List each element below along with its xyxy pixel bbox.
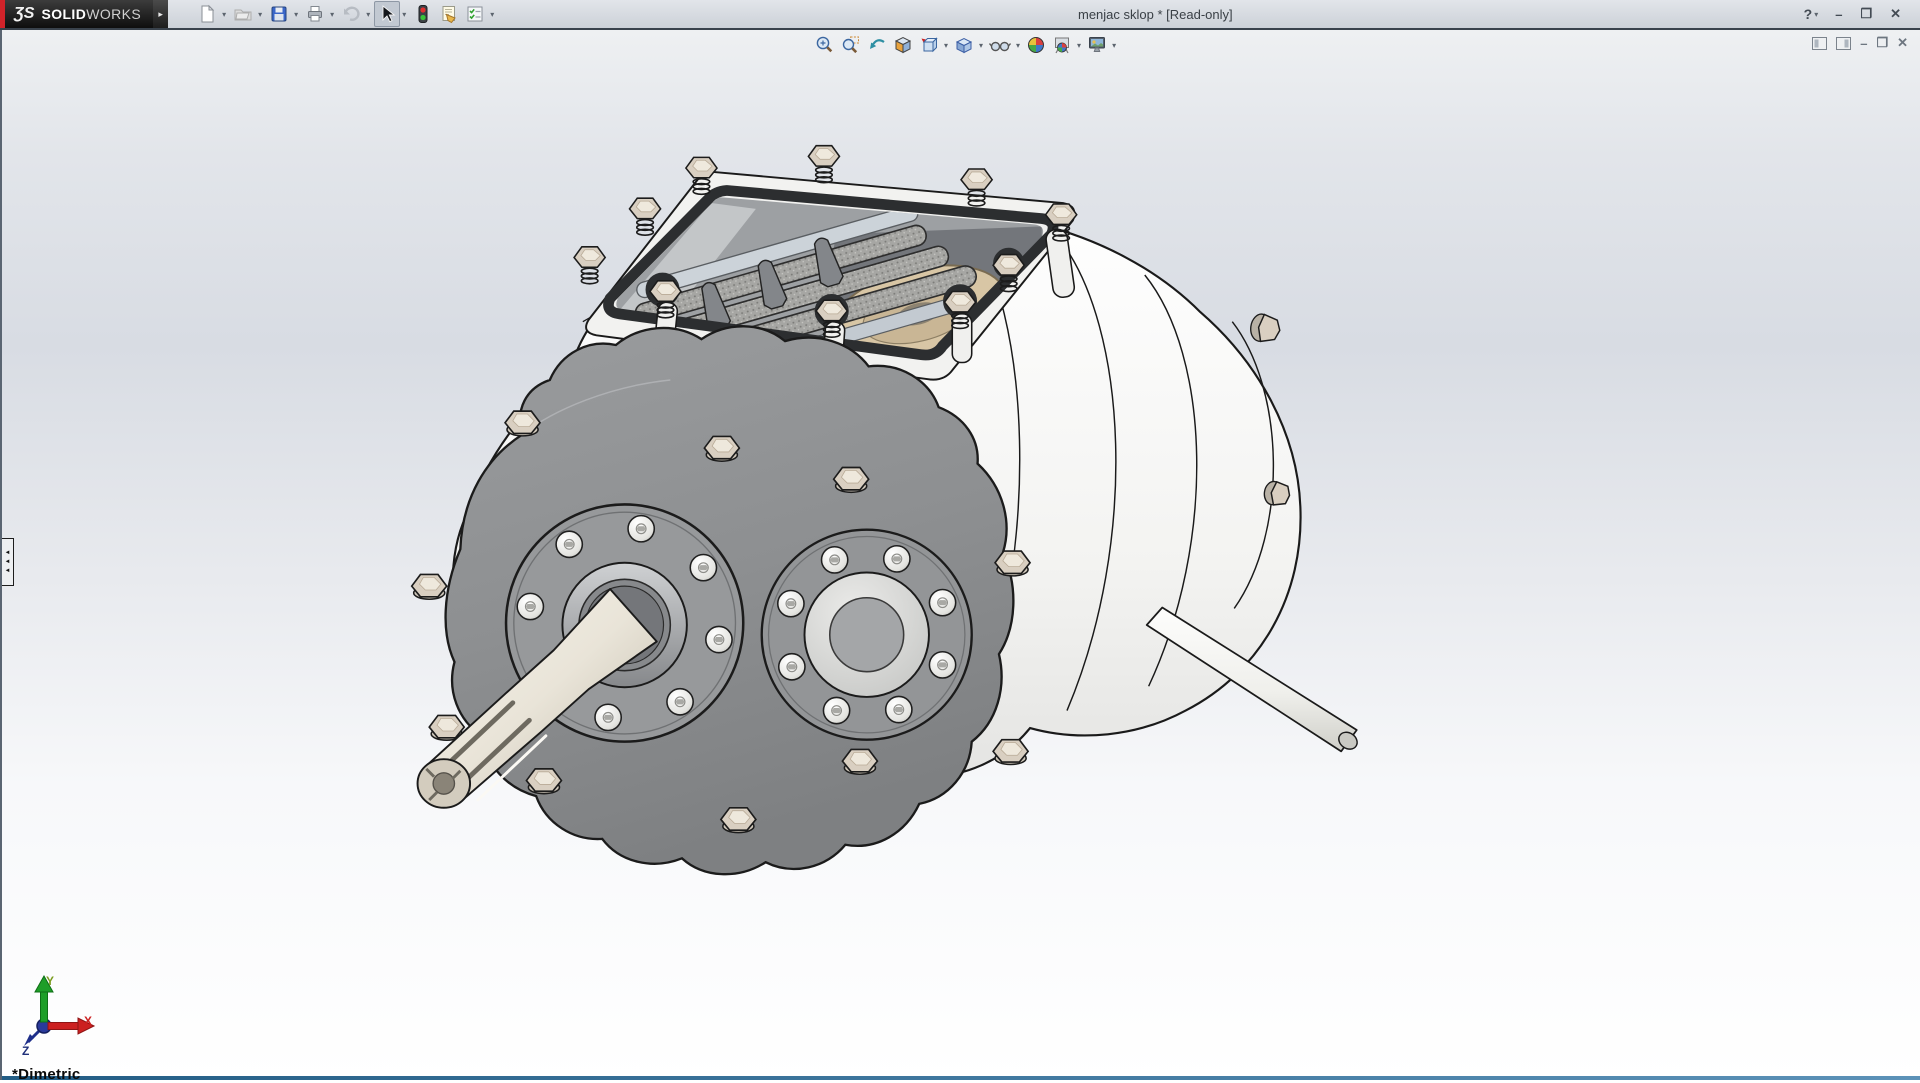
- reference-triad: [18, 974, 108, 1054]
- save-button[interactable]: [266, 1, 292, 27]
- view-orientation-label: *Dimetric: [12, 1066, 81, 1083]
- edit-appearance-button[interactable]: [1023, 34, 1049, 56]
- heads-up-view-toolbar: ▾ ▾ ▾: [812, 34, 1119, 56]
- view-settings-button[interactable]: [1084, 34, 1110, 56]
- doc-minimize-button[interactable]: –: [1860, 36, 1867, 51]
- dropdown-arrow-icon[interactable]: ▾: [979, 41, 983, 50]
- view-orientation-icon: [919, 35, 939, 55]
- print-icon: [305, 4, 325, 24]
- menu-expand-icon: ▸: [158, 9, 163, 20]
- doc-close-button[interactable]: ✕: [1897, 35, 1908, 51]
- dropdown-arrow-icon[interactable]: ▾: [222, 10, 226, 19]
- display-style-icon: [954, 35, 974, 55]
- dropdown-arrow-icon[interactable]: ▾: [366, 10, 370, 19]
- select-button[interactable]: [374, 1, 400, 27]
- window-controls: ? ▾ – ❐ ✕: [1795, 0, 1910, 28]
- help-button[interactable]: ?: [1795, 6, 1815, 22]
- view-orientation-button[interactable]: [916, 34, 942, 56]
- dropdown-arrow-icon[interactable]: ▾: [330, 10, 334, 19]
- triad-y-label: Y: [46, 974, 54, 988]
- save-floppy-icon: [269, 4, 289, 24]
- window-title: menjac sklop * [Read-only]: [1078, 7, 1233, 22]
- help-dropdown-arrow-icon[interactable]: ▾: [1814, 10, 1818, 19]
- section-view-button[interactable]: [890, 34, 916, 56]
- solidworks-logo: ƷS SOLIDWORKS: [0, 0, 153, 28]
- apply-scene-icon: [1052, 35, 1072, 55]
- collapse-right-pane-button[interactable]: [1836, 37, 1851, 50]
- file-properties-icon: [439, 4, 459, 24]
- close-button[interactable]: ✕: [1881, 6, 1910, 22]
- previous-view-icon: [867, 35, 887, 55]
- open-button[interactable]: [230, 1, 256, 27]
- left-pane-icon: [1812, 37, 1827, 50]
- zoom-to-area-icon: [841, 35, 861, 55]
- apply-scene-button[interactable]: [1049, 34, 1075, 56]
- brand-name-regular: WORKS: [86, 6, 141, 22]
- undo-icon: [341, 4, 361, 24]
- options-button[interactable]: [462, 1, 488, 27]
- rebuild-button[interactable]: [410, 1, 436, 27]
- countershaft-flange: [762, 530, 972, 740]
- window-frame-bottom: [2, 1076, 1920, 1080]
- triad-x-label: X: [84, 1014, 92, 1028]
- brand-name-bold: SOLID: [41, 6, 86, 22]
- ds-logo-icon: ƷS: [14, 5, 34, 23]
- document-window-controls: – ❐ ✕: [1812, 35, 1908, 51]
- hide-show-items-button[interactable]: [986, 34, 1014, 56]
- splitter-arrow-icon: ◄: [5, 568, 11, 574]
- right-pane-icon: [1836, 37, 1851, 50]
- dropdown-arrow-icon[interactable]: ▾: [294, 10, 298, 19]
- dropdown-arrow-icon[interactable]: ▾: [258, 10, 262, 19]
- hide-show-glasses-icon: [989, 35, 1011, 55]
- feature-pane-splitter-tab[interactable]: ◄ ◄ ◄: [2, 538, 14, 586]
- undo-button[interactable]: [338, 1, 364, 27]
- titlebar: ƷS SOLIDWORKS ▸ ▾ ▾ ▾: [0, 0, 1920, 30]
- open-folder-icon: [233, 4, 253, 24]
- dropdown-arrow-icon[interactable]: ▾: [1016, 41, 1020, 50]
- dropdown-arrow-icon[interactable]: ▾: [1077, 41, 1081, 50]
- new-document-icon: [197, 4, 217, 24]
- section-view-icon: [893, 35, 913, 55]
- dropdown-arrow-icon[interactable]: ▾: [1112, 41, 1116, 50]
- zoom-to-fit-icon: [815, 35, 835, 55]
- graphics-viewport[interactable]: ▾ ▾ ▾: [0, 30, 1920, 1080]
- new-document-button[interactable]: [194, 1, 220, 27]
- splitter-arrow-icon: ◄: [5, 559, 11, 565]
- standard-toolbar: ▾ ▾ ▾ ▾ ▾: [194, 1, 498, 27]
- options-icon: [465, 4, 485, 24]
- model-canvas-gearbox-assembly: [2, 30, 1920, 1080]
- select-cursor-icon: [377, 4, 397, 24]
- zoom-to-area-button[interactable]: [838, 34, 864, 56]
- rebuild-traffic-light-icon: [413, 4, 433, 24]
- file-properties-button[interactable]: [436, 1, 462, 27]
- zoom-to-fit-button[interactable]: [812, 34, 838, 56]
- display-style-button[interactable]: [951, 34, 977, 56]
- restore-button[interactable]: ❐: [1851, 6, 1881, 22]
- dropdown-arrow-icon[interactable]: ▾: [944, 41, 948, 50]
- doc-restore-button[interactable]: ❐: [1876, 35, 1888, 51]
- edit-appearance-icon: [1026, 35, 1046, 55]
- print-button[interactable]: [302, 1, 328, 27]
- menu-expand-button[interactable]: ▸: [153, 0, 168, 28]
- triad-z-label: Z: [22, 1044, 29, 1058]
- collapse-left-pane-button[interactable]: [1812, 37, 1827, 50]
- splitter-arrow-icon: ◄: [5, 550, 11, 556]
- dropdown-arrow-icon[interactable]: ▾: [402, 10, 406, 19]
- previous-view-button[interactable]: [864, 34, 890, 56]
- view-settings-monitor-icon: [1087, 35, 1107, 55]
- dropdown-arrow-icon[interactable]: ▾: [490, 10, 494, 19]
- minimize-button[interactable]: –: [1826, 7, 1851, 22]
